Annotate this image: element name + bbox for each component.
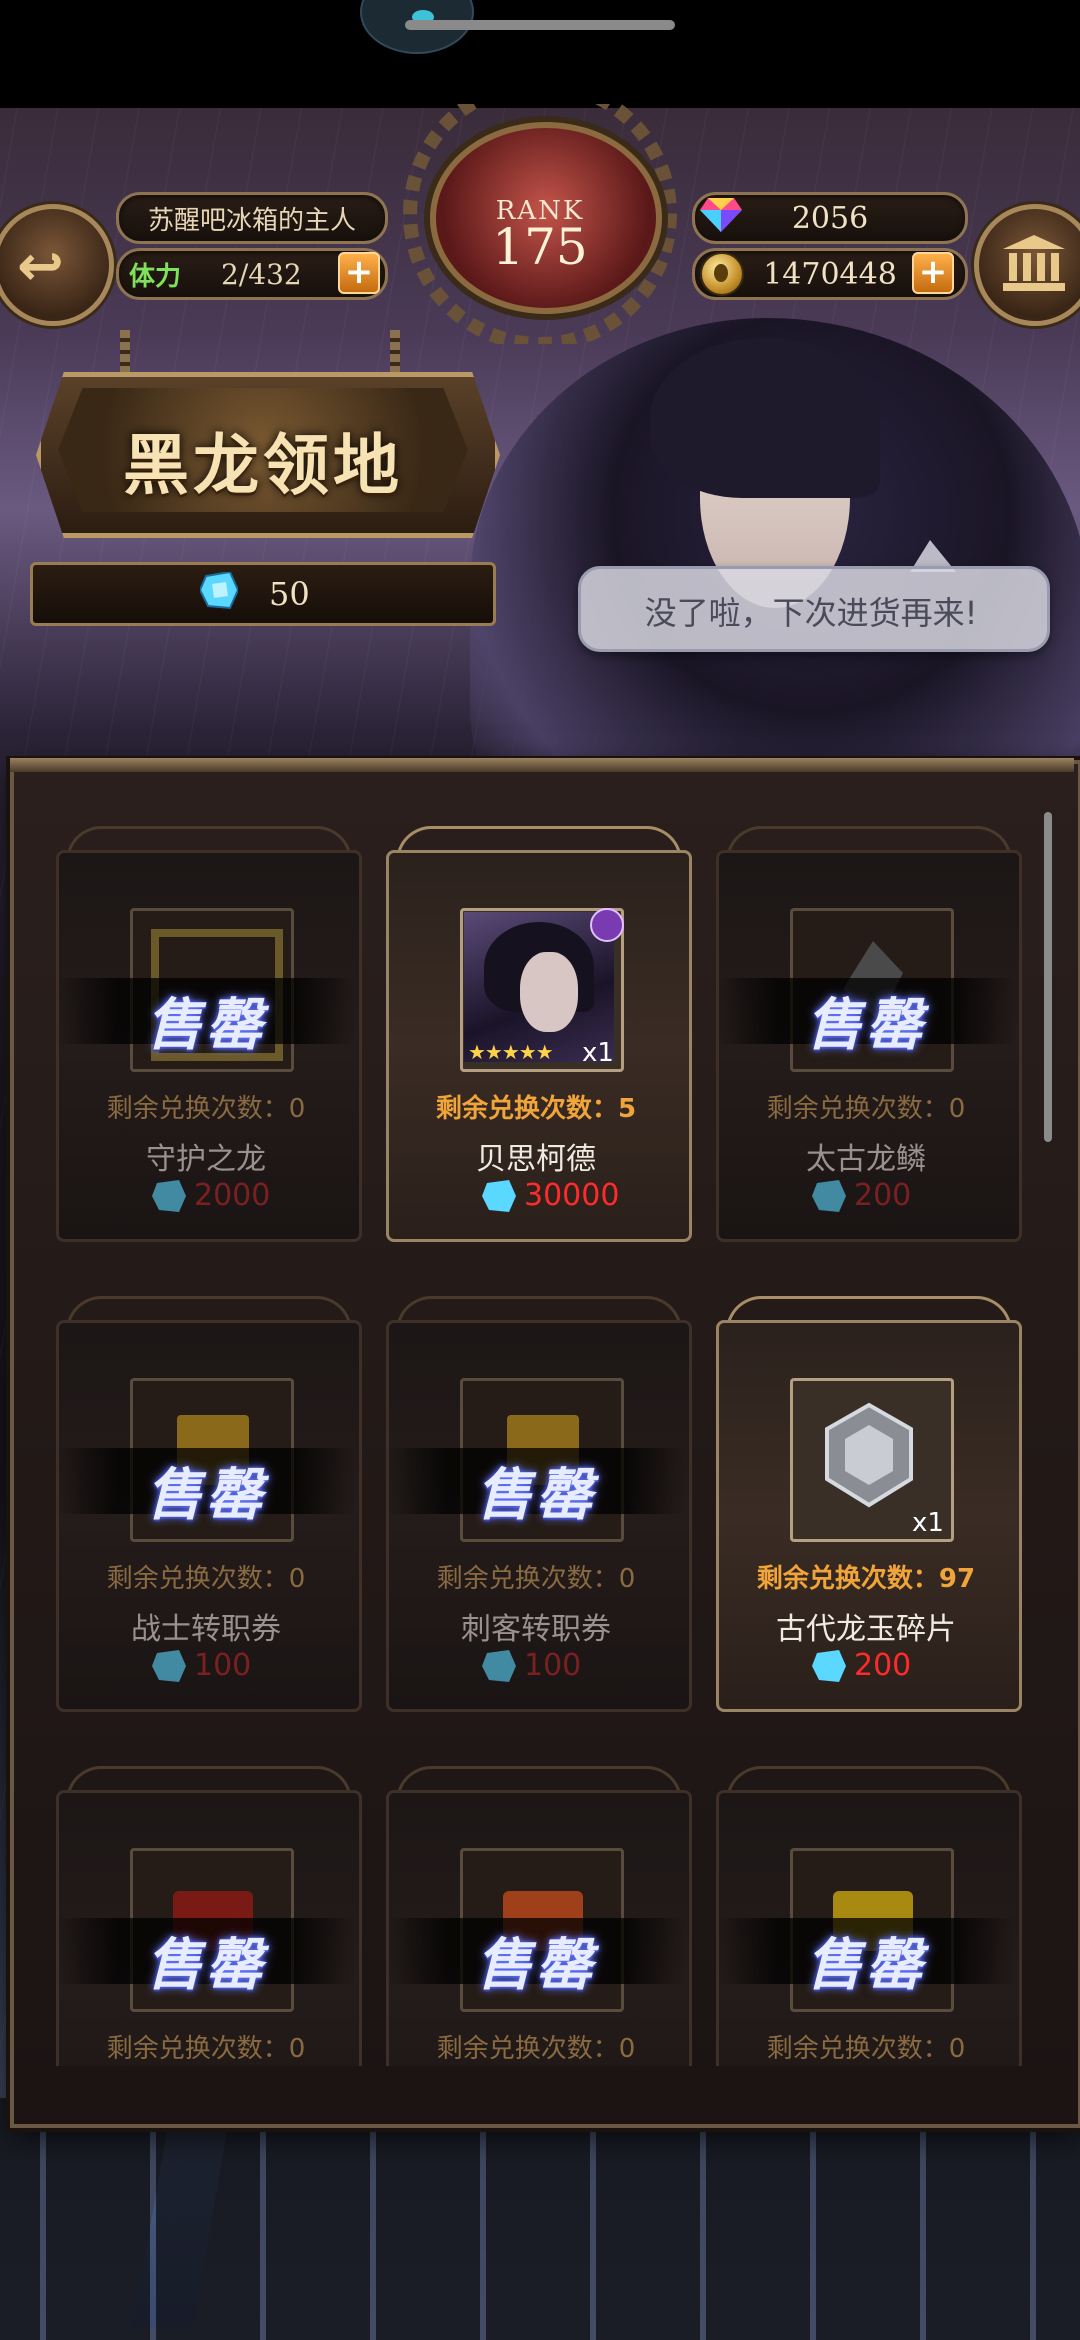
temple-icon — [1003, 235, 1065, 291]
shop-scrollbar[interactable] — [1044, 812, 1052, 1142]
system-pill — [405, 20, 675, 30]
item-price: 200 — [854, 1178, 912, 1213]
stamina-label: 体力 — [129, 261, 182, 292]
sold-out-label: 售罄 — [806, 1932, 926, 1998]
shop-item-card[interactable]: 售罄 剩余兑换次数：0 — [716, 1752, 1022, 2066]
item-price: 200 — [854, 1648, 912, 1683]
npc-message: 没了啦，下次进货再来! — [644, 594, 978, 632]
item-name: 守护之龙 — [146, 1142, 266, 1177]
currency-balance: 50 — [269, 575, 310, 613]
remaining-count: 剩余兑换次数：0 — [436, 2034, 636, 2064]
sold-out-label: 售罄 — [146, 1932, 266, 1998]
stamina-value: 2/432 — [221, 257, 302, 291]
dragon-crystal-icon — [152, 1650, 186, 1682]
item-quantity: x1 — [582, 1038, 614, 1068]
item-price: 100 — [194, 1648, 252, 1683]
item-price: 2000 — [194, 1178, 271, 1213]
remaining-count: 剩余兑换次数：0 — [766, 2034, 966, 2064]
dragon-crystal-icon — [812, 1650, 846, 1682]
remaining-count: 剩余兑换次数：0 — [106, 2034, 306, 2064]
add-stamina-button[interactable]: + — [338, 252, 380, 294]
remaining-count: 剩余兑换次数：0 — [106, 1564, 306, 1594]
item-price: 100 — [524, 1648, 582, 1683]
currency-balance-bar: 50 — [30, 562, 496, 626]
item-price: 30000 — [524, 1178, 620, 1213]
back-arrow-icon: ↩ — [17, 234, 64, 299]
remaining-count: 剩余兑换次数：0 — [106, 1094, 306, 1124]
shop-title: 黑龙领地 — [123, 426, 403, 504]
remaining-count: 剩余兑换次数：5 — [435, 1094, 637, 1124]
remaining-count: 剩余兑换次数：0 — [436, 1564, 636, 1594]
sold-out-label: 售罄 — [146, 992, 266, 1058]
shop-item-card[interactable]: 售罄 剩余兑换次数：0 守护之龙 2000 — [56, 812, 362, 1242]
remaining-count: 剩余兑换次数：97 — [756, 1564, 976, 1594]
shop-item-card[interactable]: 售罄 剩余兑换次数：0 战士转职券 100 — [56, 1282, 362, 1712]
shop-item-card[interactable]: 售罄 剩余兑换次数：0 — [386, 1752, 692, 2066]
shop-item-card[interactable]: x1 剩余兑换次数：97 古代龙玉碎片 200 — [716, 1282, 1022, 1712]
dragon-crystal-icon — [812, 1180, 846, 1212]
status-bar — [0, 0, 1080, 108]
gold-coin-icon — [700, 252, 744, 296]
gem-value: 2056 — [791, 200, 869, 236]
moon-element-icon — [590, 908, 624, 942]
item-name: 贝思柯德 — [476, 1142, 596, 1177]
sold-out-label: 售罄 — [806, 992, 926, 1058]
remaining-count: 剩余兑换次数：0 — [766, 1094, 966, 1124]
shop-item-card[interactable]: 售罄 剩余兑换次数：0 太古龙鳞 200 — [716, 812, 1022, 1242]
sold-out-label: 售罄 — [146, 1462, 266, 1528]
dragon-crystal-icon — [482, 1650, 516, 1682]
gem-icon — [700, 198, 742, 232]
gold-value: 1470448 — [763, 256, 897, 292]
item-name: 古代龙玉碎片 — [776, 1612, 956, 1647]
dragon-crystal-icon — [200, 572, 238, 610]
shop-item-grid: 售罄 剩余兑换次数：0 守护之龙 2000 ★★★★★ x1 剩余兑换次数：5 … — [56, 812, 1034, 2066]
sold-out-label: 售罄 — [476, 1462, 596, 1528]
item-name: 战士转职券 — [131, 1612, 281, 1647]
player-name: 苏醒吧冰箱的主人 — [116, 192, 388, 244]
item-quantity: x1 — [912, 1508, 944, 1538]
sold-out-label: 售罄 — [476, 1932, 596, 1998]
item-name: 太古龙鳞 — [806, 1142, 926, 1177]
star-rating: ★★★★★ — [468, 1040, 554, 1064]
item-name: 刺客转职券 — [461, 1612, 611, 1647]
shop-item-card[interactable]: ★★★★★ x1 剩余兑换次数：5 贝思柯德 30000 — [386, 812, 692, 1242]
dragon-crystal-icon — [482, 1180, 516, 1212]
add-gold-button[interactable]: + — [912, 252, 954, 294]
shop-item-card[interactable]: 售罄 剩余兑换次数：0 — [56, 1752, 362, 2066]
shop-item-card[interactable]: 售罄 剩余兑换次数：0 刺客转职券 100 — [386, 1282, 692, 1712]
dragon-crystal-icon — [152, 1180, 186, 1212]
jade-shard-icon — [825, 1402, 913, 1508]
rank-value: 175 — [492, 218, 588, 276]
cathedral-backdrop — [0, 2098, 1080, 2340]
